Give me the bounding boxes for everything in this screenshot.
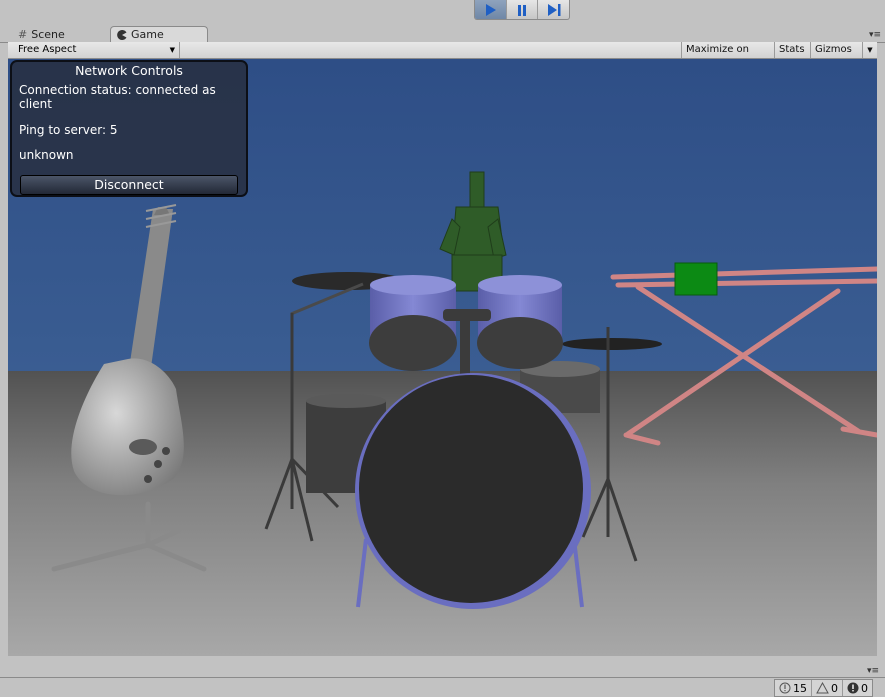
- warning-icon: [816, 682, 829, 694]
- rack-tom-right: [477, 275, 563, 369]
- log-counter[interactable]: 15: [775, 680, 812, 696]
- play-icon: [486, 3, 497, 16]
- network-controls-panel: Network Controls Connection status: conn…: [10, 60, 248, 197]
- panel-menu-icon[interactable]: ▾≡: [867, 666, 879, 676]
- top-toolbar: [0, 0, 885, 24]
- aspect-dropdown[interactable]: Free Aspect ▼: [12, 42, 180, 58]
- pause-icon: [518, 4, 526, 16]
- guitar-stand: [51, 501, 207, 572]
- info-text: unknown: [19, 148, 74, 162]
- dropdown-arrow-icon: ▼: [169, 46, 175, 54]
- console-counters[interactable]: 15 0 0: [774, 679, 873, 697]
- guitar: [71, 204, 184, 496]
- tab-scene[interactable]: # Scene: [12, 26, 107, 42]
- tab-game[interactable]: Game: [110, 26, 208, 42]
- tab-game-label: Game: [131, 28, 164, 41]
- bass-drum: [355, 373, 591, 609]
- warning-count: 0: [831, 681, 838, 695]
- network-controls-title: Network Controls: [75, 63, 183, 78]
- playback-controls: [474, 0, 570, 20]
- gizmos-dropdown-arrow-icon[interactable]: ▼: [862, 42, 877, 58]
- gizmos-button[interactable]: Gizmos: [810, 42, 862, 58]
- play-button[interactable]: [475, 0, 507, 19]
- connection-status-text: Connection status: connected as client: [19, 83, 216, 111]
- info-icon: [779, 682, 791, 694]
- step-icon: [547, 3, 561, 16]
- error-count: 0: [861, 681, 868, 695]
- editor-tab-row: # Scene Game ▾≡: [0, 24, 885, 43]
- error-counter[interactable]: 0: [843, 680, 872, 696]
- pause-button[interactable]: [507, 0, 539, 19]
- pacman-icon: [117, 29, 127, 40]
- status-bar: ▾≡ 15 0 0: [0, 666, 885, 697]
- tab-scene-label: Scene: [31, 27, 65, 41]
- panel-menu-icon[interactable]: ▾≡: [869, 30, 881, 40]
- keyboard-stand: [610, 266, 877, 446]
- warning-counter[interactable]: 0: [812, 680, 843, 696]
- game-view-toolbar: Free Aspect ▼ Maximize on Play Stats Giz…: [8, 42, 877, 71]
- hash-icon: #: [18, 27, 28, 41]
- keyboard-block: [674, 262, 718, 296]
- error-icon: [847, 682, 859, 694]
- disconnect-button[interactable]: Disconnect: [20, 175, 238, 195]
- maximize-on-play-button[interactable]: Maximize on Play: [681, 42, 774, 71]
- log-count: 15: [793, 681, 807, 695]
- crash-cymbal: [562, 338, 662, 350]
- stats-button[interactable]: Stats: [774, 42, 810, 58]
- rack-tom-left: [369, 275, 457, 371]
- aspect-value: Free Aspect: [18, 44, 77, 55]
- drummer-figure: [439, 171, 507, 292]
- step-button[interactable]: [538, 0, 569, 19]
- ping-text: Ping to server: 5: [19, 123, 118, 137]
